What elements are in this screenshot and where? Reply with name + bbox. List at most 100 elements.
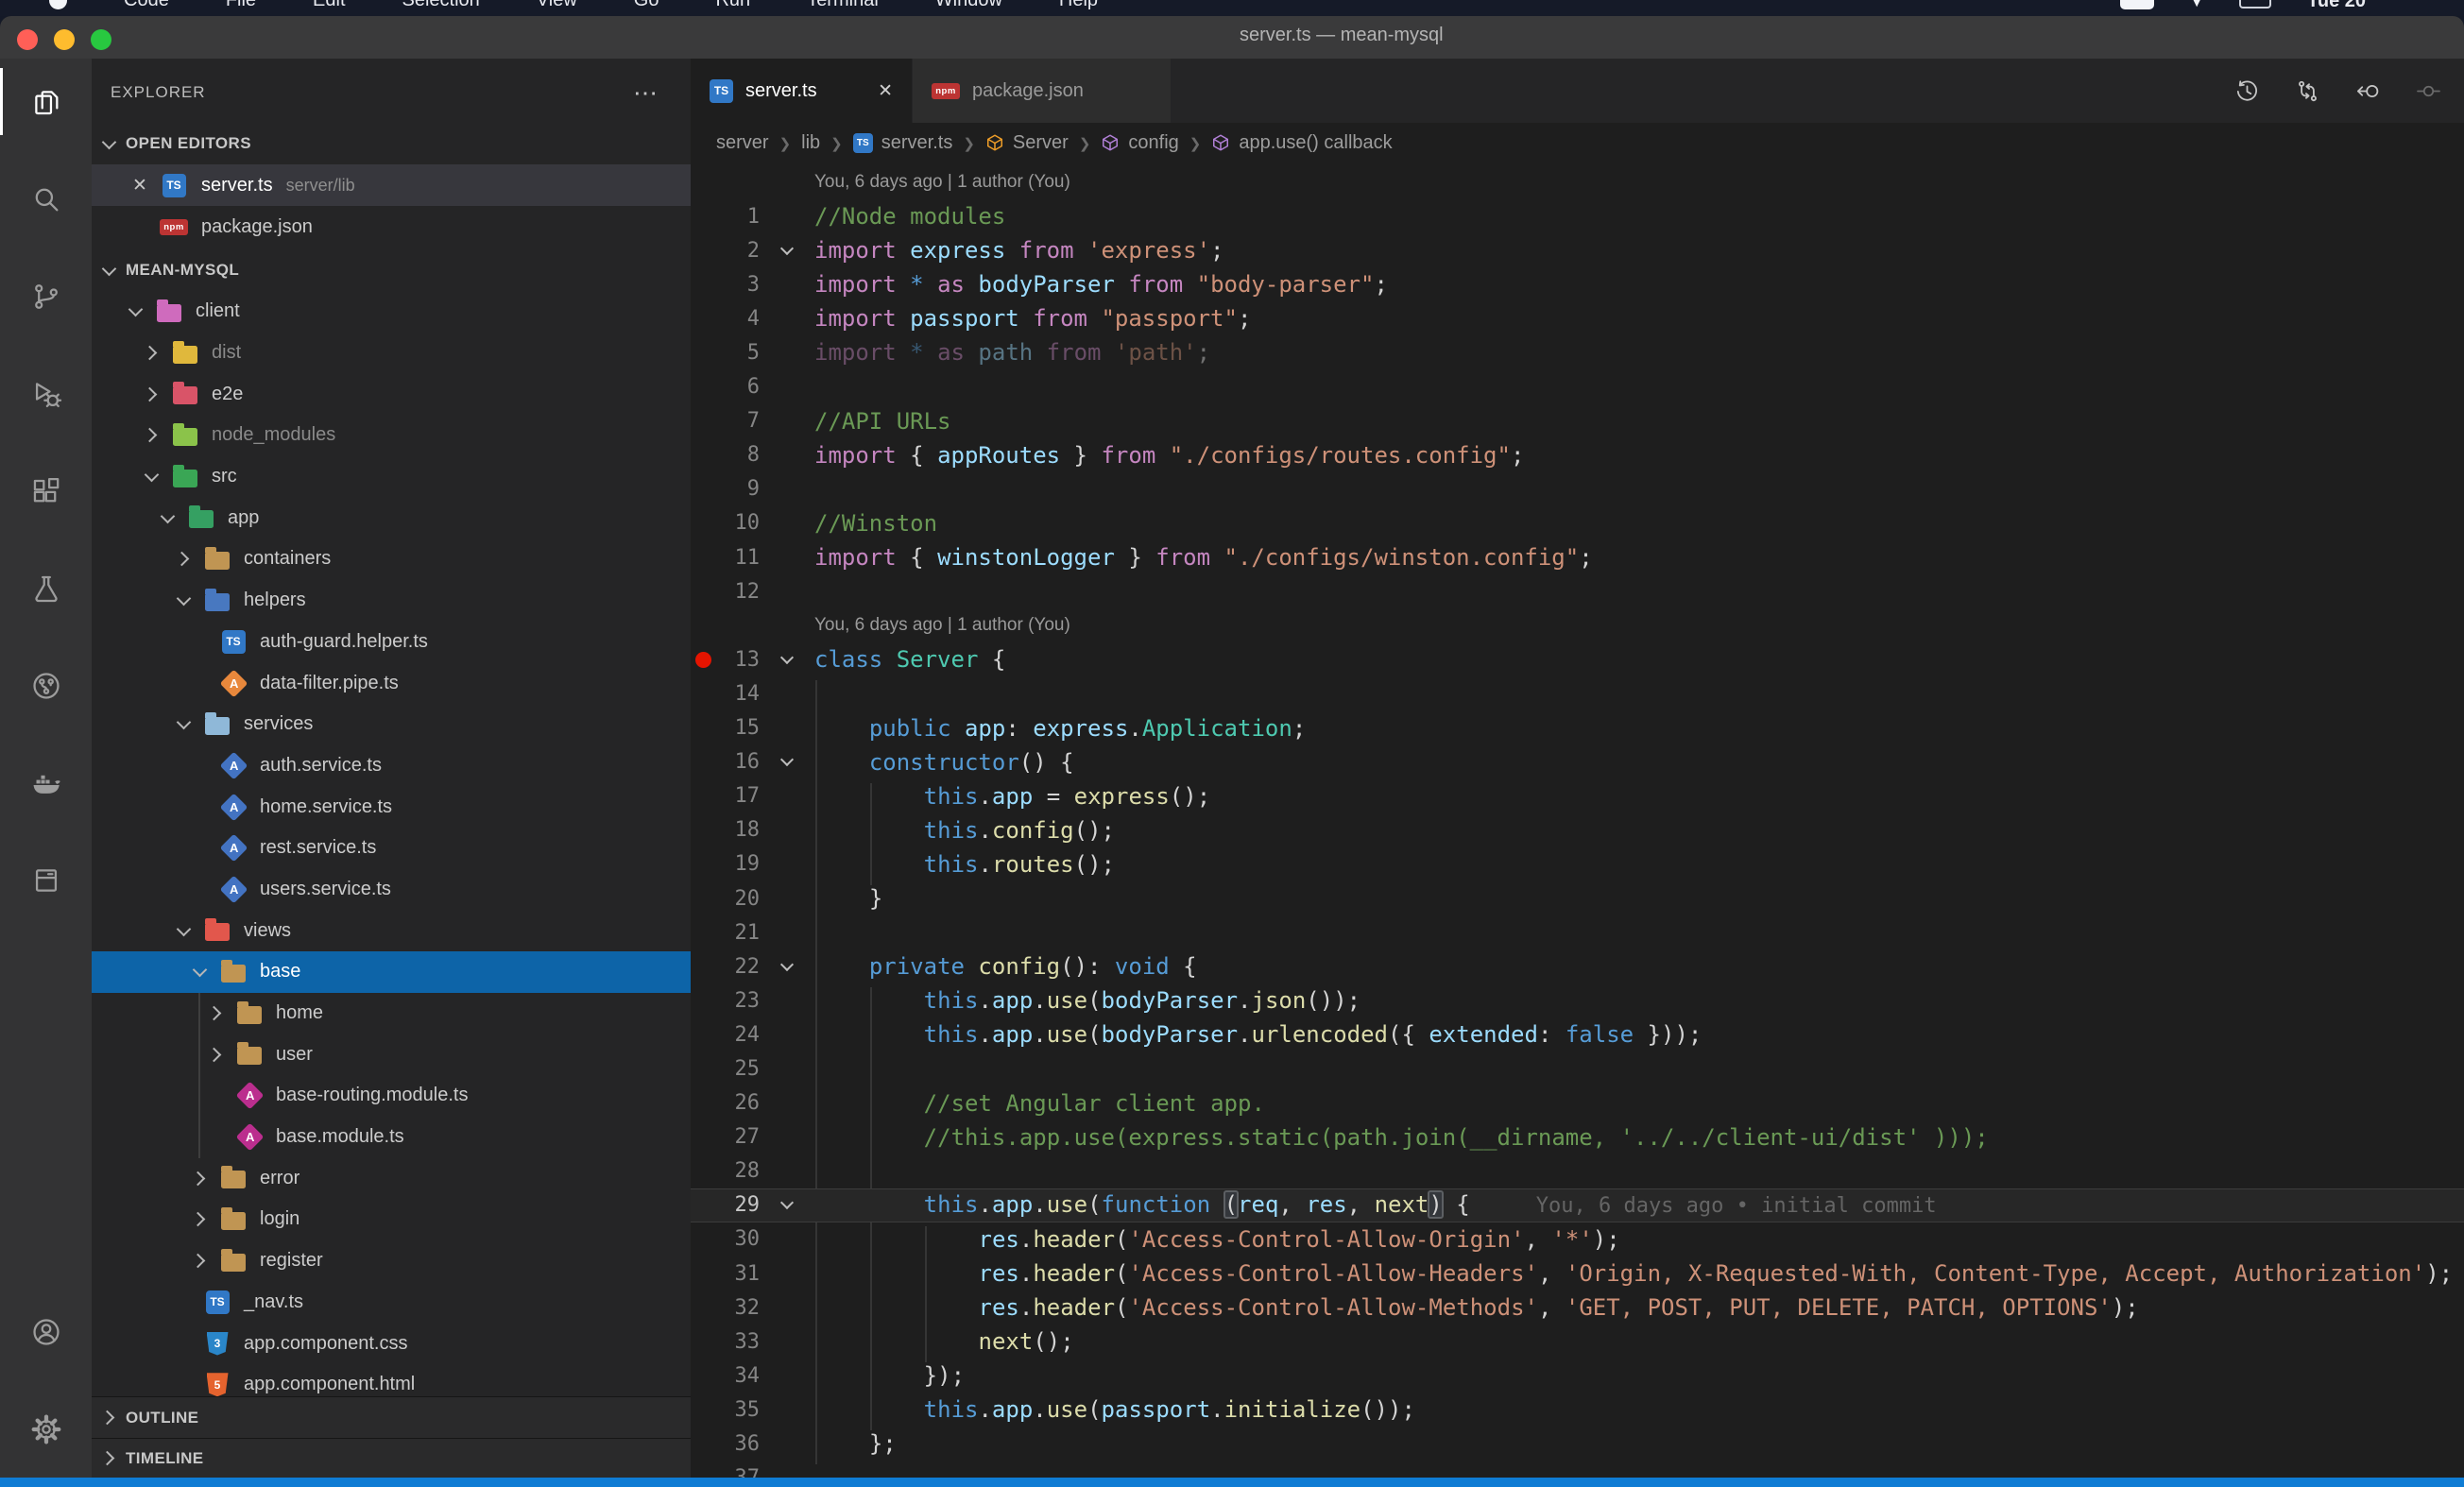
tab-server.ts[interactable]: TSserver.ts✕ — [691, 59, 912, 123]
compare-changes-icon[interactable] — [2295, 78, 2320, 104]
breadcrumb-item-app.use() callback[interactable]: app.use() callback — [1211, 132, 1392, 154]
code-line-27[interactable]: 27//this.app.use(express.static(path.joi… — [691, 1120, 2464, 1154]
activitybar-item-gitlens[interactable] — [0, 637, 92, 734]
code-line-7[interactable]: 7//API URLs — [691, 404, 2464, 438]
chevron-down-icon[interactable] — [172, 928, 195, 934]
code-line-30[interactable]: 30res.header('Access-Control-Allow-Origi… — [691, 1222, 2464, 1256]
tree-item-_nav.ts[interactable]: TS_nav.ts — [92, 1282, 691, 1324]
code-line-26[interactable]: 26//set Angular client app. — [691, 1086, 2464, 1120]
chevron-right-icon[interactable] — [204, 1008, 227, 1018]
fold-chevron-icon[interactable] — [780, 753, 794, 766]
tree-item-rest.service.ts[interactable]: Arest.service.ts — [92, 828, 691, 869]
code-line-29[interactable]: 29this.app.use(function (req, res, next)… — [691, 1188, 2464, 1222]
tree-item-node_modules[interactable]: node_modules — [92, 415, 691, 456]
tree-item-e2e[interactable]: e2e — [92, 373, 691, 415]
code-line-11[interactable]: 11import { winstonLogger } from "./confi… — [691, 540, 2464, 574]
tree-item-home.service.ts[interactable]: Ahome.service.ts — [92, 786, 691, 828]
menu-view[interactable]: View — [537, 0, 577, 11]
close-icon[interactable]: ✕ — [128, 175, 152, 197]
code-line-14[interactable]: 14 — [691, 676, 2464, 710]
section-project[interactable]: MEAN-MYSQL — [92, 249, 691, 291]
open-editor-server.ts[interactable]: ✕TSserver.tsserver/lib — [92, 164, 691, 206]
menu-window[interactable]: Window — [935, 0, 1002, 11]
breadcrumb-item-config[interactable]: config — [1101, 132, 1178, 154]
chevron-right-icon[interactable] — [188, 1214, 211, 1224]
tree-item-user[interactable]: user — [92, 1034, 691, 1075]
code-line-21[interactable]: 21 — [691, 915, 2464, 949]
maximize-window-button[interactable] — [91, 29, 111, 50]
code-line-25[interactable]: 25 — [691, 1051, 2464, 1085]
code-line-36[interactable]: 36}; — [691, 1427, 2464, 1461]
code-line-37[interactable]: 37 — [691, 1461, 2464, 1478]
tree-item-auth.service.ts[interactable]: Aauth.service.ts — [92, 745, 691, 787]
window-titlebar[interactable]: server.ts — mean-mysql — [0, 16, 2464, 59]
code-line-3[interactable]: 3import * as bodyParser from "body-parse… — [691, 267, 2464, 301]
activitybar-item-docker[interactable] — [0, 734, 92, 831]
tree-item-data-filter.pipe.ts[interactable]: Adata-filter.pipe.ts — [92, 662, 691, 704]
chevron-right-icon[interactable] — [204, 1050, 227, 1060]
tree-item-home[interactable]: home — [92, 993, 691, 1034]
fold-chevron-icon[interactable] — [780, 958, 794, 971]
menu-file[interactable]: File — [226, 0, 256, 11]
chevron-right-icon[interactable] — [188, 1256, 211, 1266]
commit-graph-icon[interactable] — [2416, 78, 2441, 104]
activitybar-item-testing[interactable] — [0, 539, 92, 637]
fold-chevron-icon[interactable] — [780, 1196, 794, 1209]
breakpoint-gutter[interactable] — [691, 652, 715, 668]
chevron-down-icon[interactable]: ▼ — [2190, 0, 2203, 9]
chevron-right-icon[interactable] — [140, 430, 163, 440]
code-line-6[interactable]: 6 — [691, 370, 2464, 404]
breadcrumb-item-lib[interactable]: lib — [801, 132, 820, 154]
code-line-5[interactable]: 5import * as path from 'path'; — [691, 335, 2464, 369]
code-line-33[interactable]: 33next(); — [691, 1325, 2464, 1359]
tree-item-src[interactable]: src — [92, 456, 691, 498]
code-line-13[interactable]: 13class Server { — [691, 642, 2464, 676]
code-line-32[interactable]: 32res.header('Access-Control-Allow-Metho… — [691, 1290, 2464, 1325]
code-editor[interactable]: You, 6 days ago | 1 author (You)1//Node … — [691, 162, 2464, 1478]
more-actions-icon[interactable]: ⋯ — [633, 72, 659, 113]
code-line-19[interactable]: 19this.routes(); — [691, 847, 2464, 881]
tree-item-base[interactable]: base — [92, 951, 691, 993]
activitybar-item-explorer[interactable] — [0, 53, 92, 150]
tree-item-client[interactable]: client — [92, 291, 691, 333]
chevron-right-icon[interactable] — [188, 1173, 211, 1184]
chevron-down-icon[interactable] — [156, 515, 179, 521]
chevron-down-icon[interactable] — [140, 473, 163, 480]
apple-icon[interactable] — [49, 0, 67, 9]
menu-run[interactable]: Run — [715, 0, 750, 11]
code-line-18[interactable]: 18this.config(); — [691, 813, 2464, 847]
section-open-editors[interactable]: OPEN EDITORS — [92, 123, 691, 164]
activitybar-item-extensions[interactable] — [0, 442, 92, 539]
code-line-20[interactable]: 20} — [691, 881, 2464, 915]
code-line-4[interactable]: 4import passport from "passport"; — [691, 301, 2464, 335]
activitybar-item-remote-explorer[interactable] — [0, 831, 92, 929]
tree-item-app.component.css[interactable]: 3app.component.css — [92, 1323, 691, 1364]
code-line-10[interactable]: 10//Winston — [691, 506, 2464, 540]
chevron-right-icon[interactable] — [140, 389, 163, 400]
code-line-8[interactable]: 8import { appRoutes } from "./configs/ro… — [691, 438, 2464, 472]
activitybar-item-settings[interactable] — [0, 1380, 92, 1478]
section-outline[interactable]: OUTLINE — [92, 1396, 691, 1438]
code-line-15[interactable]: 15public app: express.Application; — [691, 711, 2464, 745]
menu-selection[interactable]: Selection — [402, 0, 480, 11]
activitybar-item-run-debug[interactable] — [0, 345, 92, 442]
fold-chevron-icon[interactable] — [780, 651, 794, 664]
minimize-window-button[interactable] — [54, 29, 75, 50]
open-changes-icon[interactable] — [2355, 78, 2381, 104]
tree-item-error[interactable]: error — [92, 1157, 691, 1199]
tree-item-login[interactable]: login — [92, 1199, 691, 1240]
tree-item-base.module.ts[interactable]: Abase.module.ts — [92, 1117, 691, 1158]
tree-item-base-routing.module.ts[interactable]: Abase-routing.module.ts — [92, 1075, 691, 1117]
activitybar-item-source-control[interactable] — [0, 248, 92, 345]
code-line-23[interactable]: 23this.app.use(bodyParser.json()); — [691, 983, 2464, 1017]
tab-package.json[interactable]: npmpackage.json — [912, 59, 1171, 123]
menu-go[interactable]: Go — [634, 0, 659, 11]
battery-outline-icon[interactable] — [2239, 0, 2271, 9]
code-line-16[interactable]: 16constructor() { — [691, 745, 2464, 779]
code-line-17[interactable]: 17this.app = express(); — [691, 779, 2464, 813]
tree-item-containers[interactable]: containers — [92, 538, 691, 580]
chevron-right-icon[interactable] — [172, 554, 195, 564]
code-line-24[interactable]: 24this.app.use(bodyParser.urlencoded({ e… — [691, 1017, 2464, 1051]
code-line-35[interactable]: 35this.app.use(passport.initialize()); — [691, 1393, 2464, 1427]
chevron-down-icon[interactable] — [188, 968, 211, 975]
